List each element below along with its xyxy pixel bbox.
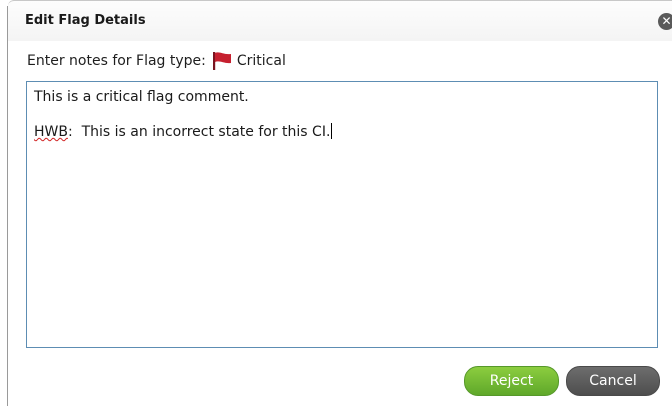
flag-type-prompt: Enter notes for Flag type: Critical bbox=[27, 50, 286, 72]
text-cursor bbox=[331, 123, 333, 139]
dialog-titlebar: Edit Flag Details ✕ bbox=[8, 0, 672, 41]
misspelled-word: HWB bbox=[34, 124, 68, 140]
red-flag-icon bbox=[212, 52, 231, 70]
dialog-left-border bbox=[7, 6, 8, 406]
prompt-label: Enter notes for Flag type: bbox=[27, 53, 206, 69]
notes-line-1: This is a critical flag comment. bbox=[34, 89, 249, 105]
close-icon[interactable]: ✕ bbox=[658, 13, 672, 30]
notes-line-2: HWB: This is an incorrect state for this… bbox=[34, 122, 650, 142]
notes-textarea[interactable]: This is a critical flag comment. HWB: Th… bbox=[26, 81, 658, 348]
dialog-title: Edit Flag Details bbox=[25, 13, 146, 28]
edit-flag-dialog: Edit Flag Details ✕ Enter notes for Flag… bbox=[0, 0, 672, 408]
reject-button[interactable]: Reject bbox=[464, 366, 559, 396]
notes-line-2-text: : This is an incorrect state for this CI… bbox=[67, 124, 331, 140]
flag-type-value: Critical bbox=[236, 53, 286, 69]
cancel-button[interactable]: Cancel bbox=[566, 366, 660, 396]
